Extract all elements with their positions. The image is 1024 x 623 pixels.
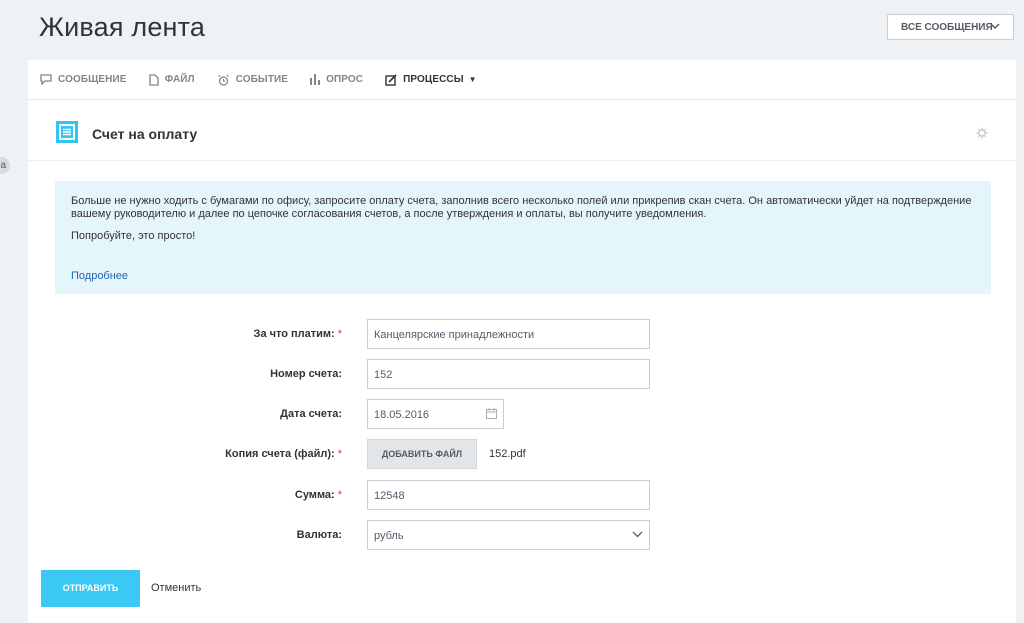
invoice-number-input[interactable]: 152	[367, 359, 650, 389]
required-mark: *	[337, 448, 342, 460]
more-link[interactable]: Подробнее	[71, 270, 128, 283]
caret-down-icon: ▼	[468, 75, 477, 84]
invoice-form-icon	[56, 121, 78, 143]
amount-label: Сумма: *	[294, 489, 342, 501]
page-title: Живая лента	[39, 12, 206, 42]
edit-icon	[385, 73, 397, 86]
filter-label: ВСЕ СООБЩЕНИЯ	[901, 21, 993, 33]
cancel-button[interactable]: Отменить	[151, 582, 201, 594]
filter-dropdown[interactable]: ВСЕ СООБЩЕНИЯ	[887, 14, 1014, 40]
tab-file[interactable]: ФАЙЛ	[148, 73, 195, 86]
number-row: Номер счета: 152	[28, 359, 1016, 389]
side-panel-tab[interactable]: а	[0, 157, 10, 174]
add-file-button[interactable]: ДОБАВИТЬ ФАЙЛ	[367, 439, 477, 469]
required-mark: *	[337, 489, 342, 501]
currency-label: Валюта:	[296, 529, 342, 541]
message-icon	[40, 74, 52, 85]
tab-message-label: СООБЩЕНИЕ	[58, 74, 127, 85]
tab-message[interactable]: СООБЩЕНИЕ	[40, 74, 127, 85]
currency-select[interactable]: рубль	[367, 520, 650, 550]
purpose-label: За что платим: *	[253, 328, 342, 340]
date-input[interactable]: 18.05.2016	[367, 399, 504, 429]
alarm-icon	[217, 74, 229, 86]
required-mark: *	[337, 328, 342, 340]
attached-file-name[interactable]: 152.pdf	[489, 448, 526, 460]
tab-processes[interactable]: ПРОЦЕССЫ ▼	[385, 73, 477, 86]
copy-label: Копия счета (файл): *	[225, 448, 342, 460]
date-label: Дата счета:	[280, 408, 342, 420]
tab-poll[interactable]: ОПРОС	[310, 74, 363, 85]
info-text: Больше не нужно ходить с бумагами по офи…	[71, 195, 972, 220]
poll-icon	[310, 74, 321, 85]
date-row: Дата счета: 18.05.2016	[28, 399, 1016, 429]
chevron-down-icon	[990, 23, 1000, 30]
purpose-input[interactable]: Канцелярские принадлежности	[367, 319, 650, 349]
info-banner: Больше не нужно ходить с бумагами по офи…	[55, 181, 991, 294]
amount-row: Сумма: * 12548	[28, 480, 1016, 510]
tab-event[interactable]: СОБЫТИЕ	[217, 74, 288, 86]
tab-processes-label: ПРОЦЕССЫ	[403, 74, 464, 85]
date-value: 18.05.2016	[374, 409, 430, 421]
tab-file-label: ФАЙЛ	[164, 74, 195, 85]
post-type-tabs: СООБЩЕНИЕ ФАЙЛ СОБЫТИЕ ОПРОС ПРОЦЕССЫ ▼	[28, 60, 1016, 100]
currency-row: Валюта: рубль	[28, 520, 1016, 550]
tab-event-label: СОБЫТИЕ	[235, 74, 289, 85]
gear-icon[interactable]	[976, 127, 988, 139]
tab-poll-label: ОПРОС	[326, 74, 364, 85]
number-label: Номер счета:	[270, 368, 342, 380]
form-header: Счет на оплату	[28, 101, 1016, 161]
purpose-row: За что платим: * Канцелярские принадлежно…	[28, 319, 1016, 349]
info-hint: Попробуйте, это просто!	[71, 230, 196, 242]
calendar-icon[interactable]	[486, 408, 497, 419]
file-icon	[148, 73, 159, 86]
currency-value: рубль	[374, 530, 404, 542]
amount-input[interactable]: 12548	[367, 480, 650, 510]
send-button[interactable]: ОТПРАВИТЬ	[41, 570, 140, 607]
post-form-card: СООБЩЕНИЕ ФАЙЛ СОБЫТИЕ ОПРОС ПРОЦЕССЫ ▼ …	[28, 60, 1016, 623]
form-title: Счет на оплату	[92, 126, 198, 142]
copy-row: Копия счета (файл): * ДОБАВИТЬ ФАЙЛ 152.p…	[28, 439, 1016, 469]
chevron-down-icon	[632, 531, 643, 538]
